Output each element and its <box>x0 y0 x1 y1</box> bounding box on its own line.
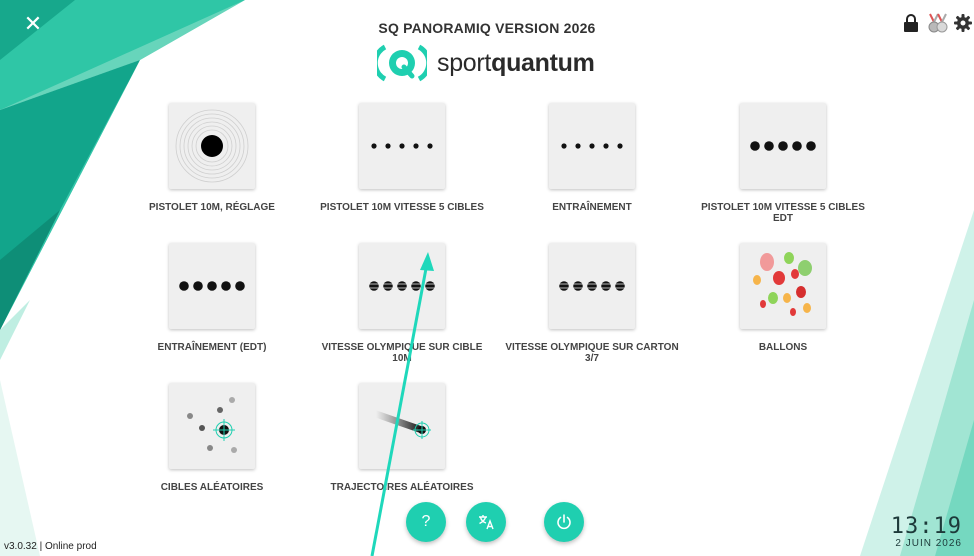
tile-label: PISTOLET 10M, RÉGLAGE <box>149 202 275 213</box>
logo-word-prefix: sport <box>437 48 492 77</box>
five-dots-icon <box>750 141 816 151</box>
pistolet-vitesse-thumbnail[interactable] <box>359 103 445 189</box>
logo-mark <box>377 44 427 82</box>
tile-entrainement-edt[interactable]: ENTRAÎNEMENT (EDT) <box>117 243 307 353</box>
tile-ballons[interactable]: BALLONS <box>688 243 878 353</box>
tile-pistolet-vitesse-5-cibles[interactable]: PISTOLET 10M VITESSE 5 CIBLES <box>307 103 497 213</box>
logo-word-bold: quantum <box>491 48 595 77</box>
clock-date: 2 JUIN 2026 <box>895 538 962 549</box>
five-small-dots-icon <box>371 143 433 149</box>
trajectory-icon <box>372 410 431 439</box>
tile-label: TRAJECTOIRES ALÉATOIRES <box>330 482 474 493</box>
clock: 13:19 2 JUIN 2026 <box>891 514 962 549</box>
app-title: SQ PANORAMIQ VERSION 2026 <box>378 20 596 36</box>
medals-icon[interactable] <box>926 10 948 36</box>
trajectoires-aleatoires-thumbnail[interactable] <box>359 383 445 469</box>
entrainement-thumbnail[interactable] <box>549 103 635 189</box>
entrainement-edt-thumbnail[interactable] <box>169 243 255 329</box>
logo-wordmark: sportquantum <box>437 49 595 78</box>
tile-label: VITESSE OLYMPIQUE SUR CARTON 3/7 <box>505 342 679 364</box>
tile-label: PISTOLET 10M VITESSE 5 CIBLES <box>320 202 484 213</box>
target-icon <box>175 109 249 183</box>
version-label: v3.0.32 | Online prod <box>4 541 97 552</box>
top-right-toolbar <box>896 10 974 36</box>
five-dots-icon <box>179 281 245 291</box>
main-menu-screen: ✕ SQ PANORAMIQ VERSION 2026 sportquantum <box>0 0 974 556</box>
tile-cibles-aleatoires[interactable]: CIBLES ALÉATOIRES <box>117 383 307 493</box>
cibles-aleatoires-thumbnail[interactable] <box>169 383 255 469</box>
clock-time: 13:19 <box>890 514 962 539</box>
tile-vitesse-olympique-carton[interactable]: VITESSE OLYMPIQUE SUR CARTON 3/7 <box>497 243 687 364</box>
sportquantum-logo: sportquantum <box>377 43 595 83</box>
help-button[interactable]: ? <box>406 502 446 542</box>
tile-entrainement[interactable]: ENTRAÎNEMENT <box>497 103 687 213</box>
lock-icon[interactable] <box>900 10 922 36</box>
five-striped-dots-icon <box>556 281 628 291</box>
tile-label: VITESSE OLYMPIQUE SUR CIBLE 10M <box>321 342 483 364</box>
tile-label: PISTOLET 10M VITESSE 5 CIBLES EDT <box>701 202 865 224</box>
power-icon <box>557 514 571 530</box>
gear-icon[interactable] <box>952 10 974 36</box>
tile-pistolet-reglage[interactable]: PISTOLET 10M, RÉGLAGE <box>117 103 307 213</box>
ballons-thumbnail[interactable] <box>740 243 826 329</box>
tile-label: ENTRAÎNEMENT <box>552 202 632 213</box>
pistolet-reglage-thumbnail[interactable] <box>169 103 255 189</box>
power-button[interactable] <box>544 502 584 542</box>
five-striped-dots-icon <box>366 281 438 291</box>
translate-button[interactable] <box>466 502 506 542</box>
tile-pistolet-vitesse-edt[interactable]: PISTOLET 10M VITESSE 5 CIBLES EDT <box>688 103 878 224</box>
tile-label: CIBLES ALÉATOIRES <box>160 482 264 493</box>
tile-trajectoires-aleatoires[interactable]: TRAJECTOIRES ALÉATOIRES <box>307 383 497 493</box>
tile-vitesse-olympique-cible[interactable]: VITESSE OLYMPIQUE SUR CIBLE 10M <box>307 243 497 364</box>
balloons-icon <box>753 252 812 316</box>
pistolet-vitesse-edt-thumbnail[interactable] <box>740 103 826 189</box>
five-small-dots-icon <box>561 143 623 149</box>
random-targets-icon <box>187 397 237 453</box>
help-icon: ? <box>421 513 431 530</box>
tile-label: BALLONS <box>758 342 808 353</box>
tile-label: ENTRAÎNEMENT (EDT) <box>157 342 267 353</box>
vitesse-olympique-carton-thumbnail[interactable] <box>549 243 635 329</box>
vitesse-olympique-cible-thumbnail[interactable] <box>359 243 445 329</box>
translate-icon <box>479 515 494 530</box>
